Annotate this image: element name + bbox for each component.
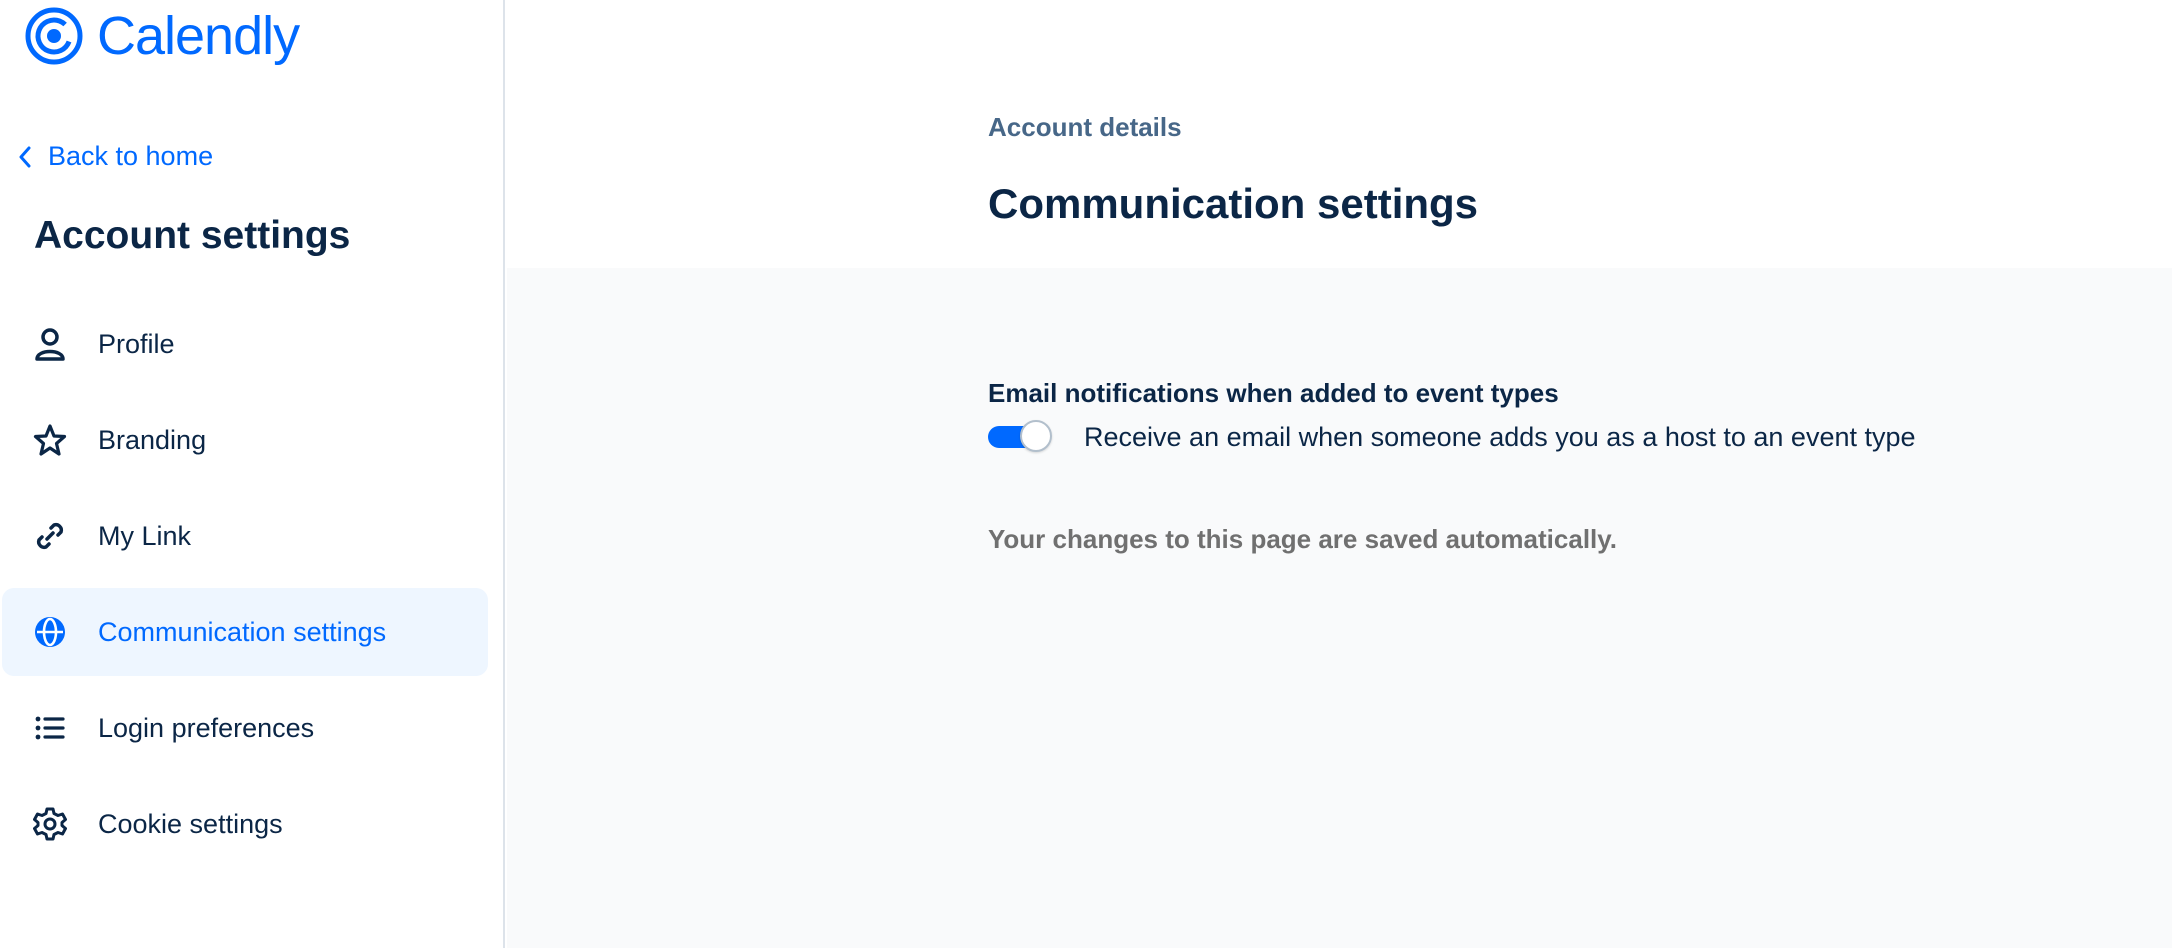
toggle-knob: [1020, 420, 1052, 452]
sidebar-item-communication-settings[interactable]: Communication settings: [2, 588, 488, 676]
link-icon: [32, 518, 68, 554]
sidebar-item-label: Branding: [98, 424, 207, 455]
chevron-left-icon: [19, 146, 31, 167]
brand-name: Calendly: [97, 6, 300, 66]
settings-content: Email notifications when added to event …: [507, 268, 2172, 948]
person-icon: [32, 326, 68, 362]
settings-nav: Profile Branding My Link Communication s…: [2, 300, 488, 876]
calendly-logo[interactable]: Calendly: [25, 4, 300, 68]
sidebar-item-profile[interactable]: Profile: [2, 300, 488, 388]
star-icon: [32, 422, 68, 458]
autosave-note: Your changes to this page are saved auto…: [988, 524, 1618, 554]
email-notifications-description: Receive an email when someone adds you a…: [1084, 422, 1916, 452]
sidebar-item-cookie-settings[interactable]: Cookie settings: [2, 780, 488, 868]
sidebar-item-label: Login preferences: [98, 712, 315, 743]
breadcrumb: Account details: [988, 112, 1182, 142]
sidebar-title: Account settings: [34, 214, 351, 257]
page-header: Account details Communication settings: [507, 0, 2172, 268]
app: Calendly Back to home Account settings P…: [0, 0, 2172, 948]
list-icon: [32, 710, 68, 746]
back-to-home-label: Back to home: [48, 141, 214, 171]
sidebar-item-branding[interactable]: Branding: [2, 396, 488, 484]
page-title: Communication settings: [988, 180, 1479, 227]
gear-icon: [32, 806, 68, 842]
sidebar-item-my-link[interactable]: My Link: [2, 492, 488, 580]
sidebar-item-label: Communication settings: [98, 616, 387, 647]
sidebar-item-label: Profile: [98, 328, 175, 359]
globe-icon: [32, 614, 68, 650]
back-to-home-link[interactable]: Back to home: [18, 141, 213, 172]
sidebar-item-label: My Link: [98, 520, 192, 551]
sidebar-item-login-preferences[interactable]: Login preferences: [2, 684, 488, 772]
sidebar-item-label: Cookie settings: [98, 808, 283, 839]
email-notifications-heading: Email notifications when added to event …: [988, 378, 1559, 408]
email-notifications-toggle[interactable]: [988, 420, 1052, 452]
calendly-logo-icon: [25, 7, 83, 65]
sidebar: Calendly Back to home Account settings P…: [0, 0, 505, 948]
